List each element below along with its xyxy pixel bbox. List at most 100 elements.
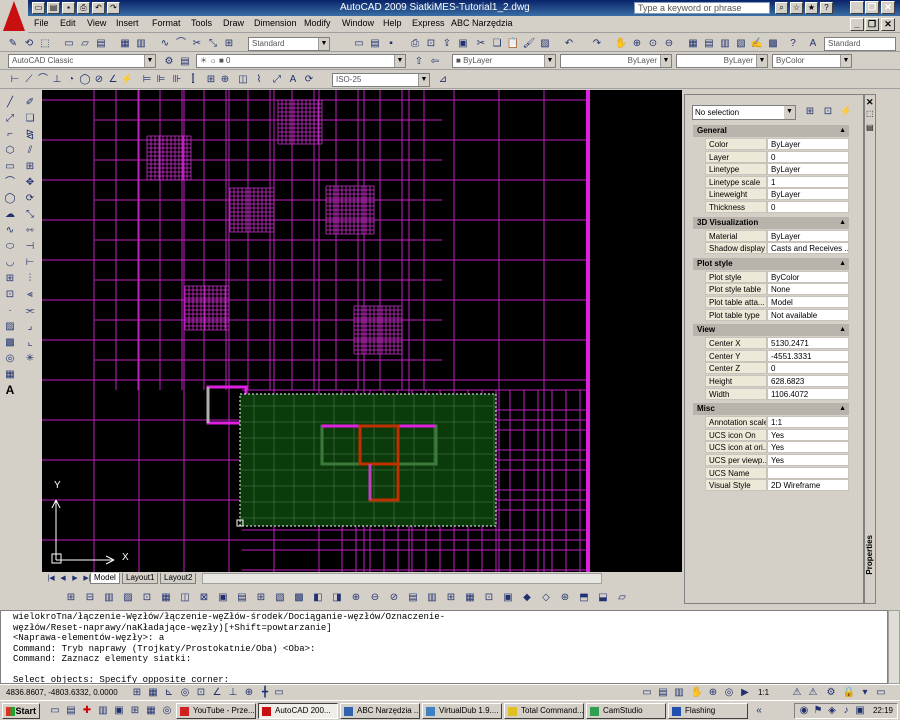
property-value[interactable]: Yes [767, 441, 849, 454]
tab-layout2[interactable]: Layout2 [160, 573, 197, 584]
property-row[interactable]: UCS per viewp... Yes [705, 454, 849, 466]
menu-express[interactable]: Express [412, 18, 445, 28]
minimize-button[interactable]: _ [850, 1, 864, 14]
property-value[interactable]: -4551.3331 [767, 349, 849, 362]
region-icon[interactable]: ◎ [3, 352, 17, 366]
bottom-tool-icon[interactable]: ▣ [501, 591, 515, 605]
bottom-tool-icon[interactable]: ⊠ [197, 591, 211, 605]
property-value[interactable]: ByLayer [767, 163, 849, 176]
property-row[interactable]: Center Z0 [705, 362, 849, 375]
bottom-tool-icon[interactable]: ▧ [273, 591, 287, 605]
task-camstudio[interactable]: CamStudio [586, 703, 666, 719]
extend-icon[interactable]: ⊢ [23, 256, 37, 270]
jogged-linear-icon[interactable]: ⌇ [252, 73, 266, 87]
quick-dim-icon[interactable]: ⚡ [120, 73, 134, 87]
select-objects-icon[interactable]: ⊡ [821, 105, 835, 119]
tray-icon-1[interactable]: ◉ [797, 704, 811, 718]
bottom-tool-icon[interactable]: ◇ [539, 591, 553, 605]
annotation-scale[interactable]: 1:1 [758, 688, 769, 697]
new-icon[interactable]: ▭ [32, 2, 45, 14]
section-header[interactable]: View ▲ [693, 324, 849, 337]
multiline-text-icon[interactable]: A [3, 384, 17, 398]
plot-style-combo[interactable]: ByColor ▼ [772, 54, 852, 68]
ellipse-icon[interactable]: ⬭ [3, 240, 17, 254]
print-icon[interactable]: ⎙ [77, 2, 90, 14]
property-row[interactable]: Linetype scale 1 [705, 175, 849, 188]
join-icon[interactable]: ⫘ [23, 304, 37, 318]
dim-break-icon[interactable]: ⫿ [186, 73, 200, 87]
property-row[interactable]: Center X 5130.2471 [705, 337, 849, 350]
favorites-icon[interactable]: ★ [805, 2, 818, 14]
dimension-style-icon[interactable]: ⊿ [436, 73, 450, 87]
menu-tools[interactable]: Tools [191, 18, 212, 28]
publish-icon[interactable]: ⇪ [440, 37, 454, 51]
property-row[interactable]: UCS icon On Yes [705, 428, 849, 441]
properties-icon[interactable]: ▦ [686, 37, 700, 51]
toolbar-icon-10[interactable]: ⌒ [174, 37, 188, 51]
layer-previous-icon[interactable]: ⇦ [428, 55, 442, 69]
property-value[interactable] [767, 466, 849, 479]
cut-icon[interactable]: ✂ [474, 37, 488, 51]
array-icon[interactable]: ⊞ [23, 160, 37, 174]
angular-dim-icon[interactable]: ∠ [106, 73, 120, 87]
qp-icon[interactable]: ▭ [272, 686, 286, 700]
menu-edit[interactable]: Edit [60, 18, 76, 28]
block-editor-icon[interactable]: ▨ [538, 37, 552, 51]
property-row[interactable]: Layer 0 [705, 150, 849, 163]
chamfer-icon[interactable]: ⌟ [23, 320, 37, 334]
bottom-tool-icon[interactable]: ⬒ [577, 591, 591, 605]
bottom-tool-icon[interactable]: ◧ [311, 591, 325, 605]
bottom-tool-icon[interactable]: ⊡ [140, 591, 154, 605]
arc-icon[interactable]: ⌒ [3, 176, 17, 190]
ducs-icon[interactable]: ⊥ [226, 686, 240, 700]
tray-icon-2[interactable]: ⚑ [811, 704, 825, 718]
property-value[interactable]: Not available [767, 308, 849, 321]
communication-icon[interactable]: ☆ [790, 2, 803, 14]
property-value[interactable]: 1 [767, 175, 849, 188]
lwt-icon[interactable]: ╋ [258, 686, 272, 700]
property-row[interactable]: Shadow display Casts and Receives ... [705, 242, 849, 255]
menu-icon[interactable]: ▤ [866, 123, 874, 132]
zoom-realtime-icon[interactable]: ⊕ [630, 37, 644, 51]
ql-icon-5[interactable]: ▣ [112, 704, 126, 718]
bottom-tool-icon[interactable]: ▩ [292, 591, 306, 605]
bottom-tool-icon[interactable]: ⬓ [596, 591, 610, 605]
bottom-tool-icon[interactable]: ⊞ [444, 591, 458, 605]
annotation-visibility-icon[interactable]: ⚠ [790, 686, 804, 700]
command-line-scrollbar[interactable] [888, 610, 900, 684]
dim-edit-icon[interactable]: ⤢ [270, 73, 284, 87]
menu-dimension[interactable]: Dimension [254, 18, 297, 28]
horizontal-scrollbar[interactable] [202, 573, 602, 584]
quick-select-icon[interactable]: ⚡ [839, 105, 853, 119]
section-header[interactable]: Misc ▲ [693, 403, 849, 416]
erase-icon[interactable]: ✐ [23, 96, 37, 110]
ql-icon-2[interactable]: ▤ [64, 704, 78, 718]
dim-update-icon[interactable]: ⟳ [302, 73, 316, 87]
ql-icon-7[interactable]: ▦ [144, 704, 158, 718]
hatch-icon[interactable]: ▨ [3, 320, 17, 334]
quick-view-layouts-icon[interactable]: ▤ [656, 686, 670, 700]
help-icon[interactable]: ? [786, 37, 800, 51]
task-abc-narzedzia[interactable]: ABC Narzędzia ... [340, 703, 420, 719]
menu-file[interactable]: File [34, 18, 49, 28]
start-button[interactable]: Start [2, 703, 40, 719]
doc-minimize-button[interactable]: _ [850, 18, 864, 31]
tab-layout1[interactable]: Layout1 [122, 573, 159, 584]
toolbar-icon-4[interactable]: ▭ [62, 37, 76, 51]
toolbar-icon-1[interactable]: ✎ [6, 37, 20, 51]
spline-icon[interactable]: ∿ [3, 224, 17, 238]
bottom-tool-icon[interactable]: ◆ [520, 591, 534, 605]
drawing-canvas[interactable]: Y X [42, 90, 682, 572]
match-properties-icon[interactable]: 🖌 [522, 37, 536, 51]
property-row[interactable]: Center Y -4551.3331 [705, 349, 849, 362]
status-menu-icon[interactable]: ▾ [858, 686, 872, 700]
bottom-tool-icon[interactable]: ▨ [121, 591, 135, 605]
snap-icon[interactable]: ⊞ [130, 686, 144, 700]
osnap-icon[interactable]: ⊡ [194, 686, 208, 700]
menu-view[interactable]: View [87, 18, 106, 28]
menu-window[interactable]: Window [342, 18, 374, 28]
tab-model[interactable]: Model [90, 573, 120, 584]
property-value[interactable]: ByLayer [767, 188, 849, 201]
zoom-status-icon[interactable]: ⊕ [706, 686, 720, 700]
property-row[interactable]: Linetype ByLayer [705, 163, 849, 176]
